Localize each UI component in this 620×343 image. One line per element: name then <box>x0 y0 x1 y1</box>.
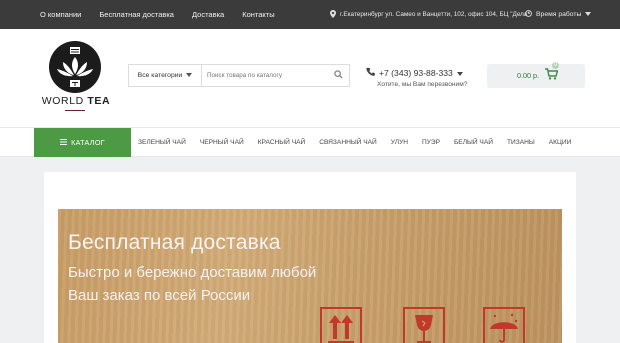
category-select-label: Все категории <box>137 72 183 79</box>
callback-link[interactable]: Хотите, мы Вам перезвоним? <box>377 81 467 88</box>
search-button[interactable] <box>327 65 349 86</box>
chevron-down-icon <box>585 11 592 18</box>
cart-button[interactable]: 0.00 р. 0 <box>487 62 585 88</box>
menu-items: ЗЕЛЕНЫЙ ЧАЙ ЧЕРНЫЙ ЧАЙ КРАСНЫЙ ЧАЙ СВЯЗА… <box>131 128 578 157</box>
catalog-label: КАТАЛОГ <box>71 138 105 147</box>
top-bar: О компании Бесплатная доставка Доставка … <box>0 0 620 29</box>
chevron-down-icon <box>456 68 463 78</box>
menu-item-promotions[interactable]: АКЦИИ <box>542 139 579 146</box>
menu-item-green-tea[interactable]: ЗЕЛЕНЫЙ ЧАЙ <box>131 139 193 146</box>
phone-number: +7 (343) 93-88-333 <box>379 67 453 78</box>
banner-line-1: Быстро и бережно доставим любой <box>68 264 317 281</box>
working-hours[interactable]: Время работы <box>525 0 592 29</box>
banner-title: Бесплатная доставка <box>68 231 281 254</box>
this-way-up-icon <box>320 307 362 343</box>
menu-item-tisanes[interactable]: ТИЗАНЫ <box>500 139 542 146</box>
working-hours-label: Время работы <box>536 11 582 18</box>
menu-item-bound-tea[interactable]: СВЯЗАННЫЙ ЧАЙ <box>312 139 384 146</box>
keep-dry-umbrella-icon <box>483 307 525 343</box>
phone-dropdown[interactable]: +7 (343) 93-88-333 <box>366 67 463 78</box>
logo[interactable]: WORLD TEA <box>36 41 116 121</box>
location-pin-icon <box>330 9 336 20</box>
menu-icon <box>60 138 68 147</box>
menu-item-red-tea[interactable]: КРАСНЫЙ ЧАЙ <box>251 139 313 146</box>
shopping-cart-icon <box>545 68 559 83</box>
address-text: г.Екатеринбург ул. Самео и Ванцетти, 102… <box>340 11 530 18</box>
menu-item-white-tea[interactable]: БЕЛЫЙ ЧАЙ <box>447 139 500 146</box>
logo-underline <box>65 110 85 111</box>
phone-icon <box>366 67 375 78</box>
search-bar: Все категории <box>128 64 350 87</box>
cart-sum: 0.00 р. <box>517 71 539 80</box>
address: г.Екатеринбург ул. Самео и Ванцетти, 102… <box>330 0 530 29</box>
promo-banner[interactable]: Бесплатная доставка Быстро и бережно дос… <box>58 209 562 343</box>
logo-text: WORLD TEA <box>36 95 116 107</box>
catalog-button[interactable]: КАТАЛОГ <box>34 128 131 157</box>
cart-count-badge: 0 <box>552 62 559 69</box>
top-nav-contacts[interactable]: Контакты <box>242 10 274 19</box>
search-icon <box>333 70 343 81</box>
logo-text-world: WORLD <box>41 95 84 107</box>
top-nav-about[interactable]: О компании <box>40 10 81 19</box>
lotus-emblem-icon <box>49 41 101 93</box>
fragile-glass-icon <box>403 307 445 343</box>
category-menu: КАТАЛОГ ЗЕЛЕНЫЙ ЧАЙ ЧЕРНЫЙ ЧАЙ КРАСНЫЙ Ч… <box>0 127 620 157</box>
category-select[interactable]: Все категории <box>129 65 202 86</box>
top-nav-free-delivery[interactable]: Бесплатная доставка <box>99 10 174 19</box>
search-input[interactable] <box>203 65 327 86</box>
header: WORLD TEA Все категории +7 (343) 93-88-3… <box>0 29 620 127</box>
clock-icon <box>525 10 532 19</box>
banner-line-2: Ваш заказ по всей России <box>68 287 251 304</box>
top-nav-delivery[interactable]: Доставка <box>192 10 224 19</box>
top-nav: О компании Бесплатная доставка Доставка … <box>40 0 275 29</box>
menu-item-oolong[interactable]: УЛУН <box>384 139 415 146</box>
chevron-down-icon <box>186 72 193 79</box>
menu-item-black-tea[interactable]: ЧЕРНЫЙ ЧАЙ <box>193 139 251 146</box>
logo-text-tea: TEA <box>87 95 111 107</box>
menu-item-puer[interactable]: ПУЭР <box>415 139 447 146</box>
